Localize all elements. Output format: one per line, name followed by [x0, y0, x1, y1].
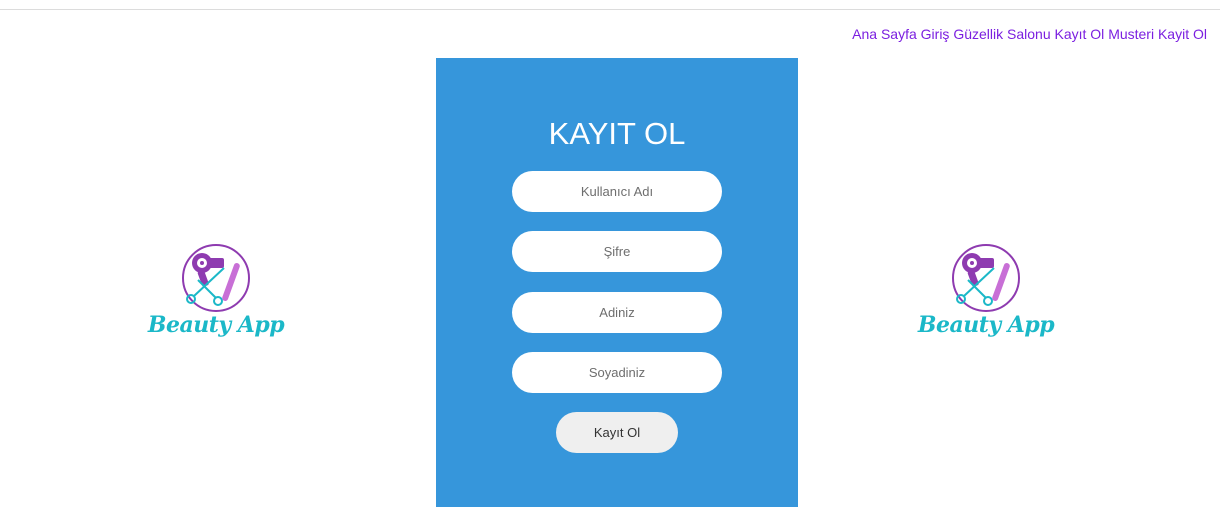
register-panel: KAYIT OL Kayıt Ol — [436, 58, 798, 507]
register-title: KAYIT OL — [548, 116, 686, 151]
password-input[interactable] — [512, 231, 722, 272]
scissors-icon — [956, 267, 995, 306]
last-name-input[interactable] — [512, 352, 722, 393]
beauty-logo-icon — [952, 244, 1020, 312]
nav-link-salon-register[interactable]: Güzellik Salonu Kayıt Ol — [953, 26, 1104, 42]
scissors-icon — [186, 267, 225, 306]
comb-icon — [222, 263, 240, 301]
nav-link-customer-register[interactable]: Musteri Kayit Ol — [1108, 26, 1207, 42]
username-input[interactable] — [512, 171, 722, 212]
comb-icon — [992, 263, 1010, 301]
top-divider — [0, 9, 1220, 10]
nav-link-login[interactable]: Giriş — [921, 26, 950, 42]
logo-text: Beauty App — [917, 312, 1055, 338]
first-name-input[interactable] — [512, 292, 722, 333]
nav-link-home[interactable]: Ana Sayfa — [852, 26, 917, 42]
page: Ana Sayfa Giriş Güzellik Salonu Kayıt Ol… — [0, 0, 1220, 507]
beauty-app-logo-left: Beauty App — [146, 244, 286, 354]
beauty-logo-icon — [182, 244, 250, 312]
register-button[interactable]: Kayıt Ol — [556, 412, 678, 453]
logo-text: Beauty App — [147, 312, 285, 338]
beauty-app-logo-right: Beauty App — [916, 244, 1056, 354]
top-navigation: Ana Sayfa Giriş Güzellik Salonu Kayıt Ol… — [852, 26, 1207, 43]
